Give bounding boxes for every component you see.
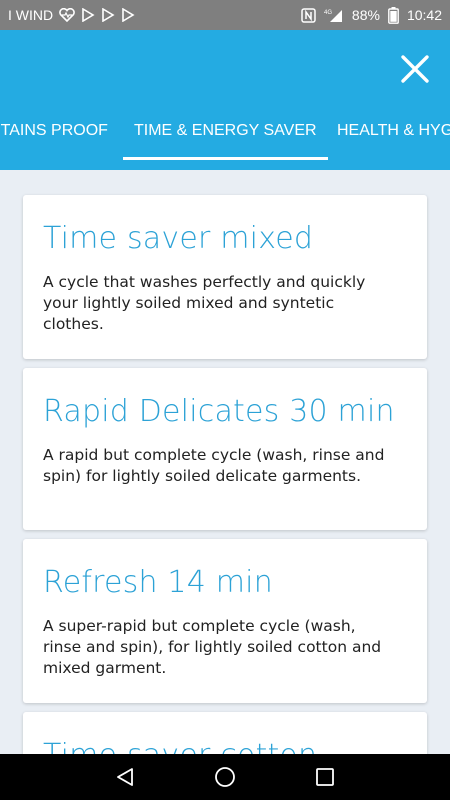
heart-pulse-icon	[59, 8, 75, 22]
program-card[interactable]: Time saver cotton	[23, 712, 427, 754]
recents-button[interactable]	[305, 757, 345, 797]
status-left: I WIND	[8, 7, 135, 23]
program-description: A cycle that washes perfectly and quickl…	[43, 273, 366, 333]
clock: 10:42	[406, 7, 442, 23]
program-title: Refresh 14 min	[43, 565, 273, 600]
app-header: STAINS PROOF TIME & ENERGY SAVER HEALTH …	[0, 30, 450, 170]
recents-square-icon	[316, 768, 334, 786]
tab-stains-proof[interactable]: STAINS PROOF	[0, 106, 108, 162]
tab-time-energy-saver[interactable]: TIME & ENERGY SAVER	[134, 106, 317, 162]
navigation-bar	[0, 754, 450, 800]
program-list[interactable]: Time saver mixed A cycle that washes per…	[0, 170, 450, 754]
play-store-icon	[81, 8, 95, 22]
tab-bar: STAINS PROOF TIME & ENERGY SAVER HEALTH …	[0, 106, 450, 162]
back-triangle-icon	[117, 768, 133, 786]
program-description: A rapid but complete cycle (wash, rinse …	[43, 446, 385, 485]
carrier-label: I WIND	[8, 7, 54, 23]
status-bar: I WIND 4G 88% 10:42	[0, 0, 450, 30]
battery-percent: 88%	[351, 7, 380, 23]
active-tab-indicator	[123, 157, 328, 160]
program-title: Time saver cotton	[43, 738, 407, 754]
program-card[interactable]: Time saver mixed A cycle that washes per…	[23, 195, 427, 359]
status-right: 4G 88% 10:42	[301, 6, 442, 24]
program-description: A super-rapid but complete cycle (wash, …	[43, 617, 382, 677]
play-store-icon	[121, 8, 135, 22]
close-button[interactable]	[398, 52, 432, 86]
back-button[interactable]	[105, 757, 145, 797]
program-title: Rapid Delicates 30 min	[43, 394, 395, 429]
home-button[interactable]	[205, 757, 245, 797]
signal-icon: 4G	[324, 8, 344, 23]
battery-icon	[388, 6, 399, 24]
program-title: Time saver mixed	[43, 221, 314, 256]
program-card[interactable]: Refresh 14 min A super-rapid but complet…	[23, 539, 427, 703]
play-store-icon	[101, 8, 115, 22]
nfc-icon	[301, 7, 316, 23]
svg-text:4G: 4G	[324, 10, 332, 16]
home-circle-icon	[215, 767, 235, 787]
program-card[interactable]: Rapid Delicates 30 min A rapid but compl…	[23, 368, 427, 530]
tab-health-hygiene[interactable]: HEALTH & HYG	[337, 106, 450, 162]
close-icon	[401, 55, 429, 83]
